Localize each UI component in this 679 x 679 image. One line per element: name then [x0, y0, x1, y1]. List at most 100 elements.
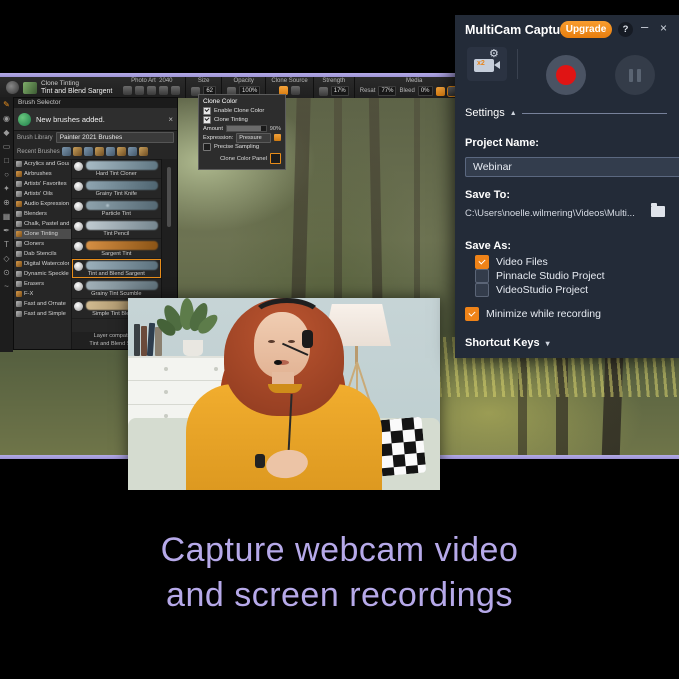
shape-tool-icon[interactable]: ◇ — [3, 254, 9, 263]
minimize-while-recording-option[interactable]: Minimize while recording — [465, 307, 601, 321]
record-button[interactable] — [546, 55, 586, 95]
brush-category-item[interactable]: Airbrushes — [14, 169, 71, 179]
amount-slider-fill — [227, 126, 261, 131]
checkbox-icon[interactable] — [203, 143, 211, 151]
brush-variant-item[interactable]: Particle Tint — [72, 199, 161, 219]
recent-brush-icon[interactable] — [84, 147, 93, 156]
clone-color-option[interactable]: Clone Tinting — [203, 115, 281, 124]
clone-color-panel-button[interactable]: Clone Color Panel — [203, 153, 281, 164]
webcam-video-frame — [128, 298, 440, 490]
transform-tool-icon[interactable]: ⊕ — [3, 198, 10, 207]
expression-settings-icon[interactable] — [274, 134, 281, 141]
current-brush-info[interactable]: Clone Tinting Tint and Blend Sargent — [0, 77, 118, 98]
brush-category-item[interactable]: Chalk, Pastel and Crayons — [14, 219, 71, 229]
strength-value[interactable]: 17% — [331, 86, 349, 96]
save-as-option[interactable]: Video Files — [475, 255, 548, 269]
cursor-icon[interactable] — [159, 86, 168, 95]
restore-icon[interactable] — [135, 86, 144, 95]
precise-sampling-option[interactable]: Precise Sampling — [203, 142, 281, 151]
media-dab-icon[interactable] — [436, 87, 445, 96]
brush-category-item[interactable]: Dynamic Speckles — [14, 269, 71, 279]
brush-variant-item[interactable]: Sargent Tint — [72, 239, 161, 259]
clone-icon[interactable] — [147, 86, 156, 95]
brush-variant-item[interactable]: Tint Pencil — [72, 219, 161, 239]
camera-source-button[interactable]: ⚙ x2 — [467, 47, 507, 81]
strength-group[interactable]: Strength 17% — [314, 77, 355, 98]
zoom-tool-icon[interactable]: ⊙ — [3, 268, 10, 277]
brush-tool-icon[interactable]: ✎ — [3, 100, 10, 109]
checkbox-icon[interactable] — [475, 255, 489, 269]
brush-library-dropdown[interactable]: Painter 2021 Brushes — [56, 132, 174, 143]
save-as-label: Save As: — [465, 240, 511, 252]
save-as-option[interactable]: Pinnacle Studio Project — [475, 269, 605, 283]
brush-category-item[interactable]: Digital Watercolor — [14, 259, 71, 269]
presenter-eye — [268, 340, 275, 343]
photo-art-value: 2040 — [159, 78, 172, 84]
checkbox-icon[interactable] — [465, 307, 479, 321]
amount-slider[interactable] — [226, 125, 267, 132]
brush-category-item[interactable]: F-X — [14, 289, 71, 299]
checkbox-icon[interactable] — [203, 116, 211, 124]
hand-tool-icon[interactable]: ~ — [4, 282, 9, 291]
brush-variant-item[interactable]: Grainy Tint Knife — [72, 179, 161, 199]
settings-toggle[interactable]: Settings ▲ — [465, 107, 667, 119]
lasso-tool-icon[interactable]: ○ — [4, 170, 9, 179]
checkbox-icon[interactable] — [475, 269, 489, 283]
folder-icon[interactable] — [651, 206, 665, 217]
pause-button[interactable] — [615, 55, 655, 95]
recent-brush-icon[interactable] — [106, 147, 115, 156]
stroke-icon[interactable] — [171, 86, 180, 95]
brush-variant-item[interactable]: Tint and Blend Sargent — [72, 259, 161, 279]
close-icon[interactable]: × — [660, 21, 667, 35]
checkbox-icon[interactable] — [203, 107, 211, 115]
eraser-tool-icon[interactable]: ▭ — [3, 142, 11, 151]
brush-category-icon — [16, 271, 22, 277]
brush-category-item[interactable]: Dab Stencils — [14, 249, 71, 259]
brush-category-item[interactable]: Fast and Simple — [14, 309, 71, 319]
brush-category-item[interactable]: Acrylics and Gouache — [14, 159, 71, 169]
expression-dropdown[interactable]: Pressure — [236, 133, 271, 143]
save-as-option[interactable]: VideoStudio Project — [475, 283, 588, 297]
recent-brush-icon[interactable] — [139, 147, 148, 156]
checkbox-icon[interactable] — [475, 283, 489, 297]
brush-category-item[interactable]: Artists' Favorites — [14, 179, 71, 189]
brush-category-item[interactable]: Artists' Oils — [14, 189, 71, 199]
text-tool-icon[interactable]: T — [4, 240, 9, 249]
close-icon[interactable]: × — [168, 115, 173, 124]
brush-variant-item[interactable]: Grainy Tint Scumble — [72, 279, 161, 299]
fill-tool-icon[interactable]: ◆ — [3, 128, 9, 137]
brush-variant-item[interactable]: Hard Tint Cloner — [72, 159, 161, 179]
dropper-tool-icon[interactable]: ◉ — [3, 114, 10, 123]
clone-brush-icon[interactable] — [291, 86, 300, 95]
recent-brush-icon[interactable] — [73, 147, 82, 156]
amount-label: Amount — [203, 126, 223, 132]
brush-category-item[interactable]: Blenders — [14, 209, 71, 219]
brush-category-item[interactable]: Audio Expression — [14, 199, 71, 209]
minimize-icon[interactable]: – — [641, 19, 648, 34]
crop-tool-icon[interactable]: ▦ — [3, 212, 11, 221]
bleed-value[interactable]: 0% — [418, 86, 433, 96]
help-icon[interactable]: ? — [618, 22, 633, 37]
strength-icon[interactable] — [319, 87, 328, 96]
recent-brush-icon[interactable] — [62, 147, 71, 156]
project-name-input[interactable] — [465, 157, 679, 177]
recent-brush-icon[interactable] — [117, 147, 126, 156]
brush-category-item[interactable]: Erasers — [14, 279, 71, 289]
shortcut-keys-toggle[interactable]: Shortcut Keys ▾ — [465, 337, 550, 349]
photo-art-group[interactable]: Photo Art 2040 — [118, 77, 186, 98]
brush-category-item[interactable]: Fast and Ornate — [14, 299, 71, 309]
book — [134, 324, 140, 356]
brush-category-item[interactable]: Clone Tinting — [14, 229, 71, 239]
magic-wand-tool-icon[interactable]: ✦ — [3, 184, 10, 193]
auto-painting-icon[interactable] — [123, 86, 132, 95]
resat-value[interactable]: 77% — [378, 86, 396, 96]
pen-tool-icon[interactable]: ✒ — [3, 226, 10, 235]
brush-category-item[interactable]: Cloners — [14, 239, 71, 249]
recent-brush-icon[interactable] — [95, 147, 104, 156]
divider — [517, 49, 518, 79]
recent-brush-icon[interactable] — [128, 147, 137, 156]
upgrade-button[interactable]: Upgrade — [560, 21, 612, 38]
select-rect-tool-icon[interactable]: □ — [4, 156, 9, 165]
scrollbar-thumb[interactable] — [167, 167, 171, 227]
clone-color-option[interactable]: Enable Clone Color — [203, 106, 281, 115]
